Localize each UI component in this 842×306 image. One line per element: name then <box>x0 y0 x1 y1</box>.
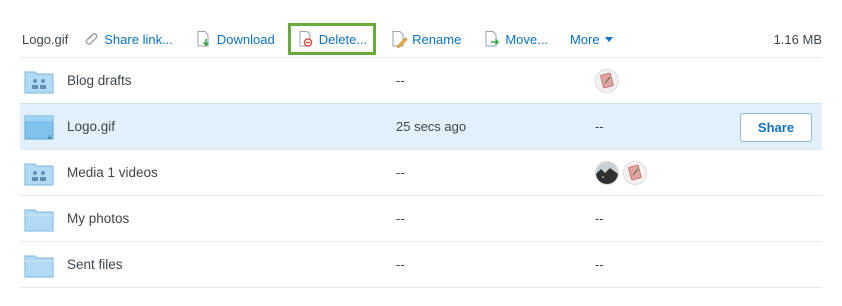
modified-time: -- <box>396 165 405 180</box>
rename-button[interactable]: Rename <box>390 30 461 48</box>
rename-label: Rename <box>412 31 462 47</box>
modified-time: -- <box>396 211 405 226</box>
download-label: Download <box>216 31 275 47</box>
modified-time: 25 secs ago <box>396 119 467 134</box>
file-name[interactable]: Media 1 videos <box>67 165 158 180</box>
share-link-button[interactable]: Share link... <box>82 30 173 48</box>
delete-label: Delete... <box>318 31 368 47</box>
share-button[interactable]: Share <box>740 113 812 142</box>
cat-photo-avatar <box>595 160 619 185</box>
file-row-blog-drafts[interactable]: Blog drafts -- <box>20 57 822 103</box>
move-label: Move... <box>505 31 548 47</box>
members <box>595 68 623 93</box>
file-name[interactable]: Logo.gif <box>67 119 115 134</box>
file-row-logo-gif[interactable]: Logo.gif 25 secs ago -- Share <box>20 103 822 149</box>
delete-button[interactable]: Delete... <box>287 23 377 55</box>
delete-icon <box>299 31 313 47</box>
shared-folder-icon <box>24 163 54 186</box>
file-name[interactable]: Sent files <box>67 257 123 272</box>
file-row-media-1-videos[interactable]: Media 1 videos -- <box>20 149 822 195</box>
members: -- <box>595 211 604 226</box>
download-button[interactable]: Download <box>195 30 275 48</box>
folder-icon <box>24 209 54 232</box>
file-action-toolbar: Logo.gif Share link... Download Delete..… <box>22 22 822 56</box>
file-row-sent-files[interactable]: Sent files -- -- <box>20 241 822 288</box>
modified-time: -- <box>396 73 405 88</box>
move-button[interactable]: Move... <box>483 30 548 48</box>
file-name[interactable]: Blog drafts <box>67 73 132 88</box>
members <box>595 160 651 185</box>
members: -- <box>595 257 604 272</box>
download-icon <box>197 31 209 47</box>
image-file-icon <box>24 115 54 140</box>
rename-pencil-icon <box>392 31 408 48</box>
folder-icon <box>24 255 54 278</box>
modified-time: -- <box>396 257 405 272</box>
more-menu-button[interactable]: More <box>570 32 613 47</box>
file-list: Blog drafts -- Logo.gif 25 secs ago -- S… <box>20 57 822 288</box>
file-row-my-photos[interactable]: My photos -- -- <box>20 195 822 241</box>
drawing-avatar <box>595 68 619 93</box>
move-arrow-icon <box>485 31 500 47</box>
file-name[interactable]: My photos <box>67 211 129 226</box>
more-label: More <box>569 31 600 47</box>
shared-folder-icon <box>24 71 54 94</box>
share-link-label: Share link... <box>104 31 173 47</box>
members: -- <box>595 119 604 134</box>
selected-file-name: Logo.gif <box>22 31 69 47</box>
chevron-down-icon <box>604 36 613 42</box>
paperclip-icon <box>85 33 98 45</box>
file-size: 1.16 MB <box>773 31 822 47</box>
drawing-avatar <box>623 160 647 185</box>
